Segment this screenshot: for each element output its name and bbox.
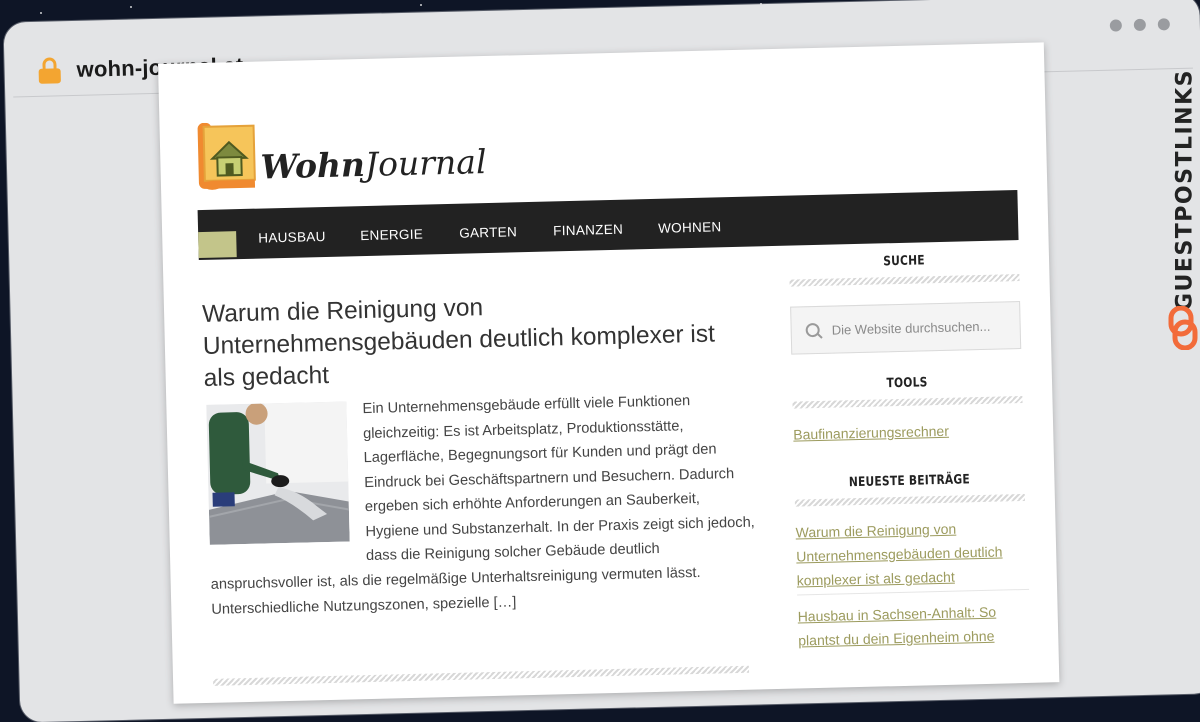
nav-item-finanzen[interactable]: FINANZEN xyxy=(553,222,623,239)
article-thumbnail[interactable] xyxy=(206,401,350,545)
chain-link-icon xyxy=(1168,306,1198,350)
window-dot-icon[interactable] xyxy=(1157,18,1170,31)
web-page: WohnJournal HAUSBAU ENERGIE GARTEN FINAN… xyxy=(158,42,1060,704)
article-excerpt-part2: anspruchsvoller ist, als die regelmäßige… xyxy=(210,564,701,618)
widget-divider xyxy=(789,274,1020,287)
widget-divider xyxy=(792,395,1023,409)
article-title[interactable]: Warum die Reinigung von Unternehmensgebä… xyxy=(202,286,754,395)
main-navigation: HAUSBAU ENERGIE GARTEN FINANZEN WOHNEN xyxy=(197,190,1019,261)
widget-title-recent-posts: NEUESTE BEITRÄGE xyxy=(848,472,971,491)
search-icon xyxy=(805,322,820,338)
site-logo[interactable]: WohnJournal xyxy=(195,117,487,193)
guestpostlinks-watermark: GUESTPOSTLINKS xyxy=(1172,69,1198,311)
nav-item-hausbau[interactable]: HAUSBAU xyxy=(258,229,326,246)
search-input[interactable]: Die Website durchsuchen... xyxy=(790,301,1022,355)
nav-item-energie[interactable]: ENERGIE xyxy=(360,227,423,244)
window-dot-icon[interactable] xyxy=(1133,18,1146,32)
nav-item-garten[interactable]: GARTEN xyxy=(459,224,517,240)
cleaning-photo-image xyxy=(206,401,350,545)
site-logo-text: WohnJournal xyxy=(260,142,487,187)
article-divider xyxy=(213,665,750,686)
lock-icon xyxy=(38,57,61,84)
widget-title-tools: TOOLS xyxy=(886,375,928,392)
window-controls xyxy=(1109,18,1170,32)
widget-title-search: SUCHE xyxy=(883,253,926,270)
house-logo-icon xyxy=(197,122,256,190)
search-placeholder: Die Website durchsuchen... xyxy=(831,318,991,338)
article-excerpt-part1: Ein Unternehmensgebäude erfüllt viele Fu… xyxy=(362,393,755,565)
sidebar-recent-post-link[interactable]: Warum die Reinigung von Unternehmensgebä… xyxy=(795,515,1019,592)
sidebar-recent-post-link[interactable]: Hausbau in Sachsen-Anhalt: So plantst du… xyxy=(797,599,1020,652)
nav-item-wohnen[interactable]: WOHNEN xyxy=(658,219,722,236)
sidebar-link-baufinanzierungsrechner[interactable]: Baufinanzierungsrechner xyxy=(793,419,949,447)
nav-home-button[interactable] xyxy=(198,231,237,259)
widget-divider xyxy=(794,493,1025,507)
window-dot-icon[interactable] xyxy=(1109,19,1122,32)
